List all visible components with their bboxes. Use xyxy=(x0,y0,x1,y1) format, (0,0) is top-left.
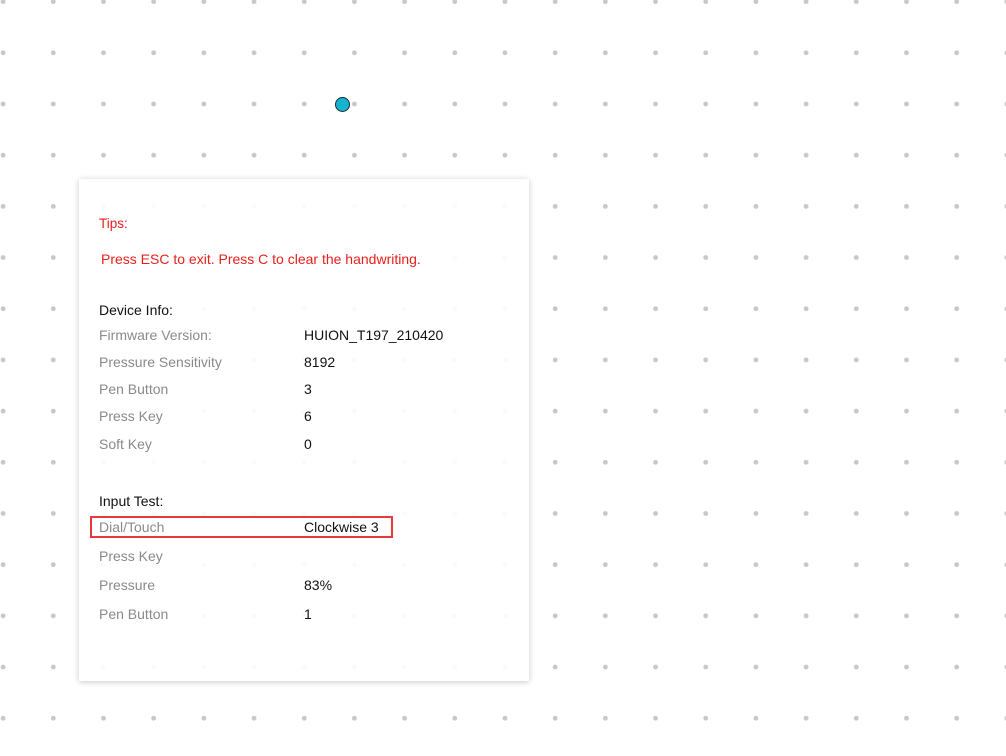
pen-cursor xyxy=(335,97,350,112)
soft-key-label: Soft Key xyxy=(99,436,152,452)
pressure-value: 83% xyxy=(304,577,333,593)
device-info-title: Device Info: xyxy=(99,302,173,318)
input-pen-button-value: 1 xyxy=(304,606,312,622)
input-test-title: Input Test: xyxy=(99,493,164,509)
tips-title: Tips: xyxy=(99,216,128,231)
firmware-version-value: HUION_T197_210420 xyxy=(304,327,444,343)
pen-button-label: Pen Button xyxy=(99,381,169,397)
device-info-panel: Tips: Press ESC to exit. Press C to clea… xyxy=(79,179,529,681)
pressure-label: Pressure xyxy=(99,577,156,593)
input-pen-button-label: Pen Button xyxy=(99,606,169,622)
dial-touch-value: Clockwise 3 xyxy=(304,519,379,535)
tips-text: Press ESC to exit. Press C to clear the … xyxy=(101,251,421,267)
soft-key-value: 0 xyxy=(304,436,312,452)
pen-button-value: 3 xyxy=(304,381,312,397)
press-key-value: 6 xyxy=(304,408,312,424)
dial-touch-label: Dial/Touch xyxy=(99,519,165,535)
pressure-sensitivity-value: 8192 xyxy=(304,354,336,370)
firmware-version-label: Firmware Version: xyxy=(99,327,212,343)
pressure-sensitivity-label: Pressure Sensitivity xyxy=(99,354,222,370)
press-key-label: Press Key xyxy=(99,408,163,424)
input-press-key-label: Press Key xyxy=(99,548,163,564)
